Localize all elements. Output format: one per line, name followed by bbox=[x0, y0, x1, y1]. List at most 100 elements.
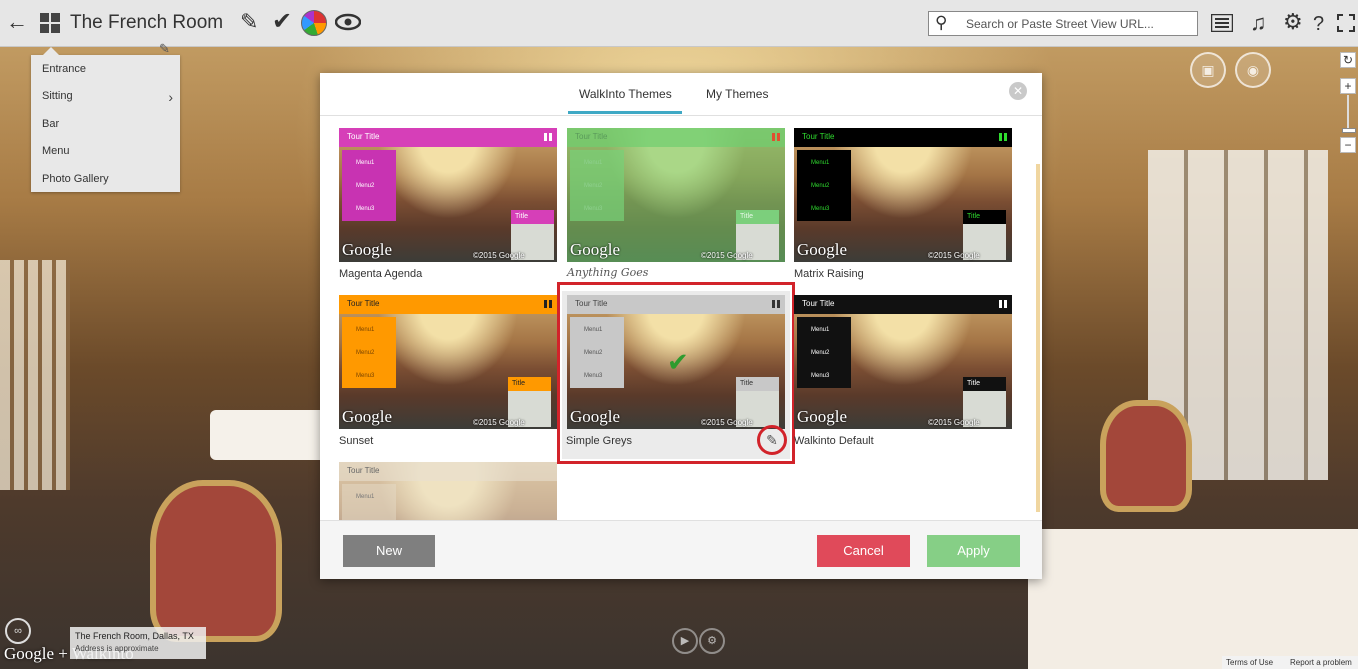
menu-item-entrance[interactable]: Entrance bbox=[42, 63, 86, 75]
thumb-title-bar: Tour Title bbox=[794, 128, 1012, 147]
thumb-menu-panel: Menu1 bbox=[342, 484, 396, 520]
theme-name[interactable]: Anything Goes bbox=[567, 266, 648, 279]
thumb-title-box-header: Title bbox=[736, 377, 779, 391]
terms-link[interactable]: Terms of Use bbox=[1226, 658, 1273, 667]
thumb-copyright: ©2015 Google bbox=[701, 418, 753, 427]
close-icon[interactable]: ✕ bbox=[1009, 82, 1027, 100]
scrollbar[interactable] bbox=[1036, 164, 1040, 512]
google-watermark: Google bbox=[797, 240, 848, 259]
edit-menu-pencil-icon[interactable]: ✎ bbox=[159, 41, 170, 57]
eye-icon[interactable] bbox=[334, 13, 362, 36]
back-arrow-icon[interactable]: ← bbox=[6, 11, 28, 33]
chair bbox=[150, 480, 282, 642]
report-problem-link[interactable]: Report a problem bbox=[1290, 658, 1352, 667]
help-icon[interactable]: ? bbox=[1313, 13, 1324, 35]
theme-thumbnail-matrix-raising[interactable]: Tour Title Menu1 Menu2 Menu3 Title Googl… bbox=[794, 128, 1012, 262]
zoom-out-button[interactable]: − bbox=[1340, 137, 1356, 153]
thumb-title-bar: Tour Title bbox=[567, 128, 785, 147]
grid-menu-icon[interactable] bbox=[40, 13, 60, 33]
chair bbox=[1100, 400, 1192, 512]
thumb-title-box-header: Title bbox=[508, 377, 551, 391]
thumb-title-bar: Tour Title bbox=[794, 295, 1012, 314]
thumb-menu-panel: Menu1 Menu2 Menu3 bbox=[342, 150, 396, 221]
theme-thumbnail-simple-greys[interactable]: Tour Title Menu1 Menu2 Menu3 ✔ Title Goo… bbox=[567, 295, 785, 429]
thumb-menu-item: Menu2 bbox=[811, 183, 830, 189]
play-icon[interactable]: ▶ bbox=[672, 628, 698, 654]
thumb-tour-title: Tour Title bbox=[347, 132, 380, 141]
thumb-title-box-header: Title bbox=[963, 210, 1006, 224]
thumb-menu-panel: Menu1 Menu2 Menu3 bbox=[797, 150, 851, 221]
theme-thumbnail-walkinto-default[interactable]: Tour Title Menu1 Menu2 Menu3 Title Googl… bbox=[794, 295, 1012, 429]
fullscreen-icon[interactable] bbox=[1337, 14, 1355, 37]
table bbox=[1028, 529, 1358, 669]
thumb-title-box-header: Title bbox=[963, 377, 1006, 391]
theme-name[interactable]: Sunset bbox=[339, 435, 373, 447]
theme-name[interactable]: Simple Greys bbox=[566, 435, 632, 447]
theme-thumbnail-partial[interactable]: Tour Title Menu1 bbox=[339, 462, 557, 520]
thumb-grid-icon bbox=[772, 300, 780, 308]
location-note: Address is approximate bbox=[75, 644, 159, 653]
music-icon[interactable]: ♫ bbox=[1250, 12, 1267, 34]
thumb-menu-item: Menu3 bbox=[584, 373, 603, 379]
thumb-menu-item: Menu1 bbox=[584, 160, 603, 166]
cancel-button[interactable]: Cancel bbox=[817, 535, 910, 567]
menu-item-photo-gallery[interactable]: Photo Gallery bbox=[42, 173, 109, 185]
thumb-copyright: ©2015 Google bbox=[701, 251, 753, 260]
thumb-copyright: ©2015 Google bbox=[928, 418, 980, 427]
thumb-menu-item: Menu1 bbox=[584, 327, 603, 333]
tab-my-themes[interactable]: My Themes bbox=[706, 87, 768, 101]
apply-button[interactable]: Apply bbox=[927, 535, 1020, 567]
thumb-menu-panel: Menu1 Menu2 Menu3 bbox=[570, 317, 624, 388]
google-watermark: Google bbox=[342, 407, 393, 426]
thumb-menu-item: Menu1 bbox=[356, 160, 375, 166]
settings-gear-icon[interactable]: ⚙ bbox=[699, 628, 725, 654]
tab-bar: WalkInto Themes My Themes ✕ bbox=[320, 73, 1042, 115]
thumb-menu-item: Menu1 bbox=[356, 494, 375, 500]
gear-icon[interactable]: ⚙ bbox=[1283, 11, 1303, 33]
theme-thumbnail-sunset[interactable]: Tour Title Menu1 Menu2 Menu3 Title Googl… bbox=[339, 295, 557, 429]
zoom-in-button[interactable]: + bbox=[1340, 78, 1356, 94]
thumb-tour-title: Tour Title bbox=[802, 299, 835, 308]
thumb-menu-item: Menu1 bbox=[811, 327, 830, 333]
menu-item-sitting[interactable]: Sitting bbox=[42, 90, 73, 102]
camera-button[interactable]: ◉ bbox=[1235, 52, 1271, 88]
zoom-slider-handle[interactable] bbox=[1342, 128, 1356, 133]
gallery-button[interactable]: ▣ bbox=[1190, 52, 1226, 88]
walkinto-logo-icon[interactable]: ∞ bbox=[5, 618, 31, 644]
theme-thumbnail-anything-goes[interactable]: Tour Title Menu1 Menu2 Menu3 Title Googl… bbox=[567, 128, 785, 262]
window-left bbox=[0, 260, 70, 490]
new-theme-button[interactable]: New bbox=[343, 535, 435, 567]
theme-name[interactable]: Magenta Agenda bbox=[339, 268, 422, 280]
tab-walkinto-themes[interactable]: WalkInto Themes bbox=[579, 87, 672, 101]
edit-theme-pencil-icon[interactable]: ✎ bbox=[757, 425, 787, 455]
location-name: The French Room, Dallas, TX bbox=[75, 631, 194, 641]
thumb-title-bar: Tour Title bbox=[567, 295, 785, 314]
thumb-copyright: ©2015 Google bbox=[473, 418, 525, 427]
thumb-menu-item: Menu2 bbox=[584, 183, 603, 189]
thumb-menu-panel: Menu1 Menu2 Menu3 bbox=[342, 317, 396, 388]
thumb-menu-item: Menu1 bbox=[356, 327, 375, 333]
thumb-tour-title: Tour Title bbox=[575, 299, 608, 308]
thumb-menu-panel: Menu1 Menu2 Menu3 bbox=[570, 150, 624, 221]
menu-item-menu[interactable]: Menu bbox=[42, 145, 70, 157]
theme-name[interactable]: Walkinto Default bbox=[794, 435, 874, 447]
search-input[interactable]: ⚲ Search or Paste Street View URL... bbox=[928, 11, 1198, 36]
scene-menu: ✎ Entrance Sitting › Bar Menu Photo Gall… bbox=[31, 41, 180, 192]
thumb-menu-item: Menu3 bbox=[811, 206, 830, 212]
theme-palette-icon[interactable] bbox=[301, 10, 327, 36]
search-icon: ⚲ bbox=[935, 13, 948, 32]
checkmark-icon[interactable]: ✔ bbox=[272, 10, 292, 34]
rotate-icon[interactable]: ↻ bbox=[1340, 52, 1356, 68]
thumb-menu-item: Menu3 bbox=[356, 373, 375, 379]
list-icon[interactable] bbox=[1210, 13, 1234, 37]
theme-thumbnail-magenta-agenda[interactable]: Tour Title Menu1 Menu2 Menu3 Title Googl… bbox=[339, 128, 557, 262]
thumb-grid-icon bbox=[999, 133, 1007, 141]
thumb-menu-item: Menu2 bbox=[811, 350, 830, 356]
thumb-title-bar: Tour Title bbox=[339, 295, 557, 314]
theme-name[interactable]: Matrix Raising bbox=[794, 268, 864, 280]
menu-item-bar[interactable]: Bar bbox=[42, 118, 59, 130]
thumb-menu-item: Menu2 bbox=[356, 350, 375, 356]
table bbox=[210, 410, 330, 460]
thumb-title-bar: Tour Title bbox=[339, 128, 557, 147]
pencil-icon[interactable]: ✎ bbox=[240, 11, 258, 33]
